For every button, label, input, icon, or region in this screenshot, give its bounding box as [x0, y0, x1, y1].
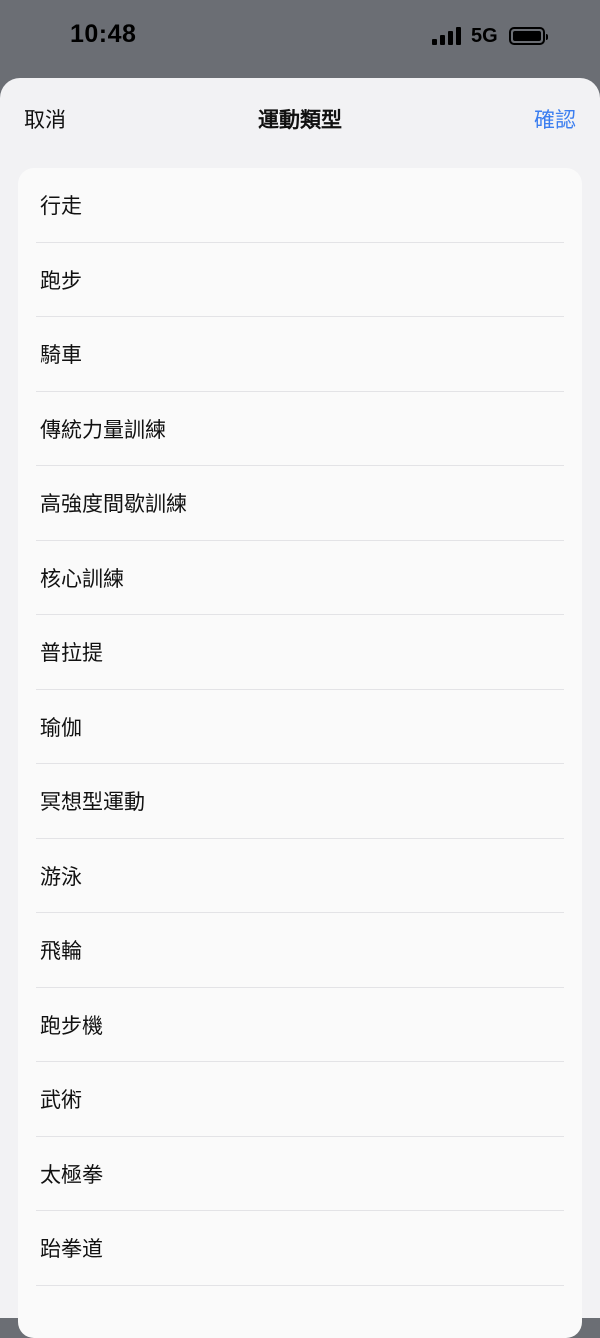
- list-item-treadmill[interactable]: 跑步機: [18, 988, 582, 1063]
- list-item-label: 太極拳: [40, 1162, 103, 1187]
- list-item-taekwondo[interactable]: 跆拳道: [18, 1211, 582, 1286]
- list-item-walking[interactable]: 行走: [18, 168, 582, 243]
- page-title: 運動類型: [258, 108, 342, 132]
- list-item-label: 高強度間歇訓練: [40, 492, 187, 516]
- status-indicators: 5G: [432, 24, 548, 48]
- list-item-core-training[interactable]: 核心訓練: [18, 541, 582, 616]
- list-item-hiit[interactable]: 高強度間歇訓練: [18, 466, 582, 541]
- list-item-label: 跑步機: [40, 1013, 103, 1038]
- list-item-label: 武術: [40, 1088, 82, 1112]
- list-item-yoga[interactable]: 瑜伽: [18, 690, 582, 765]
- network-label: 5G: [471, 24, 498, 47]
- list-item-martial-arts[interactable]: 武術: [18, 1062, 582, 1137]
- list-item-pilates[interactable]: 普拉提: [18, 615, 582, 690]
- list-item-label: 普拉提: [40, 641, 103, 665]
- list-item-running[interactable]: 跑步: [18, 243, 582, 318]
- list-item-label: 跑步: [40, 268, 82, 293]
- list-item-swimming[interactable]: 游泳: [18, 839, 582, 914]
- list-item-label: 飛輪: [40, 939, 82, 963]
- list-item-label: 行走: [40, 194, 82, 218]
- list-item-label: 傳統力量訓練: [40, 417, 166, 442]
- list-item-tai-chi[interactable]: 太極拳: [18, 1137, 582, 1212]
- list-item-label: 騎車: [40, 343, 82, 367]
- list-item-label: 核心訓練: [40, 566, 124, 591]
- list-item-spinning[interactable]: 飛輪: [18, 913, 582, 988]
- list-item-label: 游泳: [40, 864, 82, 889]
- list-item-cycling[interactable]: 騎車: [18, 317, 582, 392]
- exercise-type-list: 行走 跑步 騎車 傳統力量訓練 高強度間歇訓練 核心訓練 普拉提 瑜伽 冥想型運…: [18, 168, 582, 1338]
- status-time: 10:48: [70, 20, 137, 48]
- list-item-mind-body[interactable]: 冥想型運動: [18, 764, 582, 839]
- list-item-label: 冥想型運動: [40, 790, 145, 814]
- exercise-type-sheet: 取消 運動類型 確認 行走 跑步 騎車 傳統力量訓練 高強度間歇訓練 核心訓練 …: [0, 78, 600, 1338]
- confirm-button[interactable]: 確認: [534, 104, 576, 134]
- nav-bar: 取消 運動類型 確認: [0, 78, 600, 168]
- status-bar: 10:48 5G: [0, 0, 600, 78]
- list-item-strength-training[interactable]: 傳統力量訓練: [18, 392, 582, 467]
- signal-icon: [432, 27, 461, 45]
- list-item-label: 瑜伽: [40, 715, 82, 740]
- battery-icon: [508, 27, 548, 45]
- list-item-label: 跆拳道: [40, 1237, 103, 1261]
